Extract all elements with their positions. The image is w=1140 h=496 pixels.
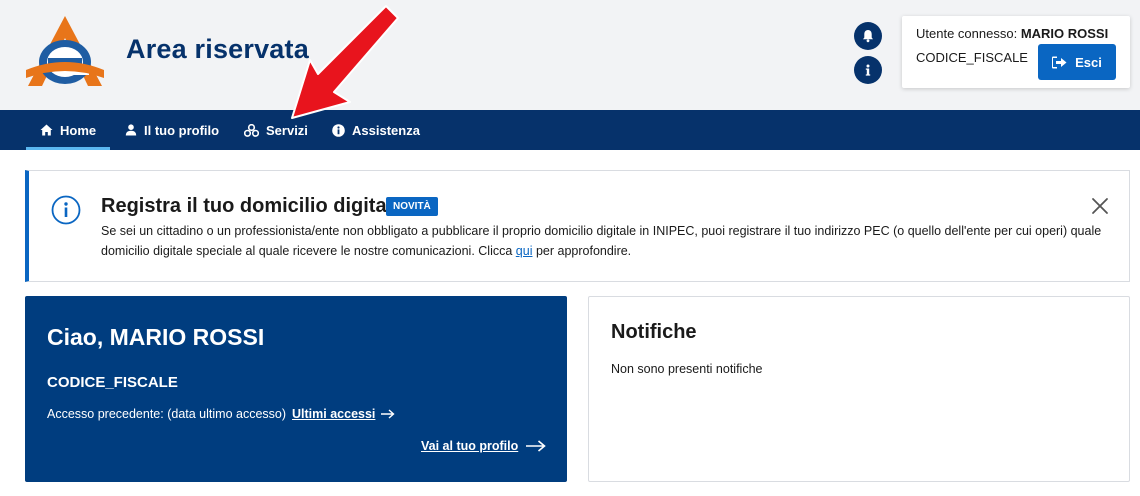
banner-link-qui[interactable]: qui: [516, 244, 533, 258]
last-access: Accesso precedente: (data ultimo accesso…: [47, 407, 395, 421]
user-codice-fiscale: CODICE_FISCALE: [916, 50, 1028, 65]
user-icon: [125, 124, 137, 136]
logout-button[interactable]: Esci: [1038, 44, 1116, 80]
user-panel: Utente connesso: MARIO ROSSI CODICE_FISC…: [902, 16, 1130, 88]
header: Area riservata Utente connesso: MARIO RO…: [0, 0, 1140, 110]
nav-item-home[interactable]: Home: [25, 110, 111, 150]
user-label: Utente connesso:: [916, 26, 1018, 41]
notifications-button[interactable]: [854, 22, 882, 50]
nav-label-servizi: Servizi: [266, 122, 308, 138]
info-button[interactable]: [854, 56, 882, 84]
notifications-title: Notifiche: [611, 321, 697, 343]
agenzia-entrate-logo: [26, 16, 104, 86]
notifications-empty-text: Non sono presenti notifiche: [611, 362, 763, 376]
welcome-card: Ciao, MARIO ROSSI CODICE_FISCALE Accesso…: [25, 296, 567, 482]
nav-item-servizi[interactable]: Servizi: [244, 110, 308, 150]
services-icon: [244, 123, 259, 137]
notifications-card: Notifiche Non sono presenti notifiche: [588, 296, 1130, 482]
close-icon[interactable]: [1091, 197, 1109, 215]
nav-item-assistenza[interactable]: Assistenza: [332, 110, 420, 150]
info-icon: [865, 64, 871, 76]
domicilio-digitale-banner: Registra il tuo domicilio digitale NOVIT…: [25, 170, 1130, 282]
page-title: Area riservata: [126, 34, 309, 64]
logout-icon: [1052, 56, 1067, 68]
user-connected: Utente connesso: MARIO ROSSI: [916, 26, 1108, 41]
info-circle-icon: [51, 195, 81, 225]
profile-link-label: Vai al tuo profilo: [421, 439, 519, 453]
banner-text-after: per approfondire.: [532, 244, 632, 258]
home-icon: [40, 124, 53, 136]
nav-item-profile[interactable]: Il tuo profilo: [125, 110, 219, 150]
welcome-codice-fiscale: CODICE_FISCALE: [47, 374, 178, 391]
new-badge: NOVITÀ: [386, 197, 438, 216]
info-icon: [332, 123, 345, 137]
banner-title: Registra il tuo domicilio digitale: [101, 195, 404, 217]
arrow-right-icon: [381, 409, 395, 419]
banner-text: Se sei un cittadino o un professionista/…: [101, 221, 1111, 261]
main-nav: Home Il tuo profilo Servizi Assistenza: [0, 110, 1140, 150]
bell-icon: [863, 30, 873, 43]
last-access-label: Accesso precedente: (data ultimo accesso…: [47, 407, 287, 421]
nav-label-home: Home: [60, 122, 97, 138]
welcome-greeting: Ciao, MARIO ROSSI: [47, 324, 265, 350]
logout-label: Esci: [1075, 54, 1102, 70]
last-access-link[interactable]: Ultimi accessi: [292, 407, 375, 421]
nav-label-profile: Il tuo profilo: [144, 122, 220, 138]
nav-label-assistenza: Assistenza: [352, 122, 420, 138]
go-to-profile-link[interactable]: Vai al tuo profilo: [421, 439, 546, 453]
user-name: MARIO ROSSI: [1020, 26, 1109, 41]
arrow-right-icon: [526, 440, 546, 452]
